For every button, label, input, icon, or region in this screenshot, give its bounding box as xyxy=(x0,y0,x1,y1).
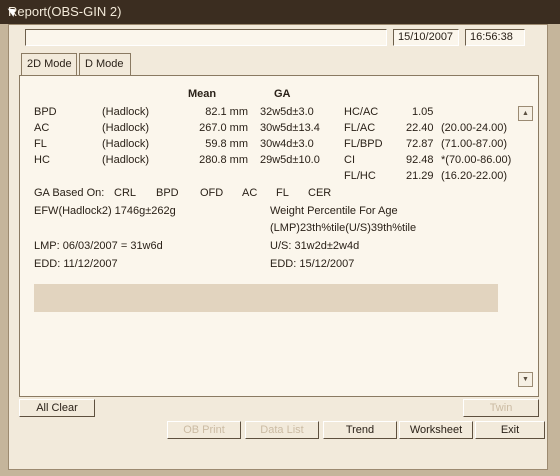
ga-based-option-fl[interactable]: FL xyxy=(276,187,289,199)
biometry-mean: 82.1 mm xyxy=(205,106,248,118)
ga-based-option-cer[interactable]: CER xyxy=(308,187,331,199)
twin-button[interactable]: Twin xyxy=(463,399,539,417)
ratio-value: 22.40 xyxy=(406,122,434,134)
biometry-mean: 280.8 mm xyxy=(199,154,248,166)
report-window: 15/10/2007 16:56:38 2D Mode D Mode Mean … xyxy=(8,24,548,470)
biometry-name: BPD xyxy=(34,106,57,118)
ga-based-option-ac[interactable]: AC xyxy=(242,187,257,199)
ga-based-label: GA Based On: xyxy=(34,187,105,199)
data-list-button[interactable]: Data List xyxy=(245,421,319,439)
us-value: U/S: 31w2d±2w4d xyxy=(270,240,360,252)
biometry-ga: 30w5d±13.4 xyxy=(260,122,320,134)
efw-value: EFW(Hadlock2) 1746g±262g xyxy=(34,205,176,217)
ratio-name: CI xyxy=(344,154,355,166)
ratio-name: FL/AC xyxy=(344,122,376,134)
ratio-value: 1.05 xyxy=(412,106,434,118)
ga-column-header: GA xyxy=(274,88,291,100)
biometry-method: (Hadlock) xyxy=(102,122,150,134)
edd-us-value: EDD: 15/12/2007 xyxy=(270,258,355,270)
biometry-method: (Hadlock) xyxy=(102,106,150,118)
biometry-ga: 32w5d±3.0 xyxy=(260,106,314,118)
biometry-ga: 29w5d±10.0 xyxy=(260,154,320,166)
ratio-value: 92.48 xyxy=(406,154,434,166)
biometry-mean: 59.8 mm xyxy=(205,138,248,150)
title-bar: Report(OBS-GIN 2) xyxy=(0,0,560,24)
ratio-value: 21.29 xyxy=(406,170,434,182)
mean-column-header: Mean xyxy=(188,88,217,100)
lmp-value: LMP: 06/03/2007 = 31w6d xyxy=(34,240,163,252)
ob-print-button[interactable]: OB Print xyxy=(167,421,241,439)
exit-button[interactable]: Exit xyxy=(475,421,545,439)
biometry-method: (Hadlock) xyxy=(102,154,150,166)
scroll-up-icon[interactable]: ▲ xyxy=(518,106,533,121)
worksheet-button[interactable]: Worksheet xyxy=(399,421,473,439)
weight-percentile-value: (LMP)23th%tile(U/S)39th%tile xyxy=(270,222,417,234)
window-title: Report(OBS-GIN 2) xyxy=(8,4,122,19)
all-clear-button[interactable]: All Clear xyxy=(19,399,95,417)
ratio-name: HC/AC xyxy=(344,106,379,118)
biometry-name: AC xyxy=(34,122,50,134)
ga-based-option-ofd[interactable]: OFD xyxy=(200,187,223,199)
biometry-name: FL xyxy=(34,138,47,150)
patient-field[interactable] xyxy=(25,29,387,46)
trend-button[interactable]: Trend xyxy=(323,421,397,439)
biometry-name: HC xyxy=(34,154,50,166)
tab-d-mode[interactable]: D Mode xyxy=(79,53,131,75)
ratio-range: (20.00-24.00) xyxy=(441,122,508,134)
comment-bar xyxy=(34,284,498,312)
weight-percentile-title: Weight Percentile For Age xyxy=(270,205,398,217)
biometry-ga: 30w4d±3.0 xyxy=(260,138,314,150)
edd-lmp-value: EDD: 11/12/2007 xyxy=(34,258,118,270)
scroll-down-icon[interactable]: ▼ xyxy=(518,372,533,387)
ga-based-option-bpd[interactable]: BPD xyxy=(156,187,179,199)
tab-2d-mode[interactable]: 2D Mode xyxy=(21,53,77,75)
ratio-name: FL/HC xyxy=(344,170,376,182)
biometry-method: (Hadlock) xyxy=(102,138,150,150)
ratio-value: 72.87 xyxy=(406,138,434,150)
ratio-range: (16.20-22.00) xyxy=(441,170,508,182)
report-panel: Mean GA BPD (Hadlock) 82.1 mm 32w5d±3.0 … xyxy=(19,75,539,397)
time-field: 16:56:38 xyxy=(465,29,525,46)
ratio-name: FL/BPD xyxy=(344,138,383,150)
biometry-mean: 267.0 mm xyxy=(199,122,248,134)
ratio-range: (71.00-87.00) xyxy=(441,138,508,150)
date-field: 15/10/2007 xyxy=(393,29,459,46)
ga-based-option-crl[interactable]: CRL xyxy=(114,187,136,199)
ratio-range: *(70.00-86.00) xyxy=(441,154,512,166)
